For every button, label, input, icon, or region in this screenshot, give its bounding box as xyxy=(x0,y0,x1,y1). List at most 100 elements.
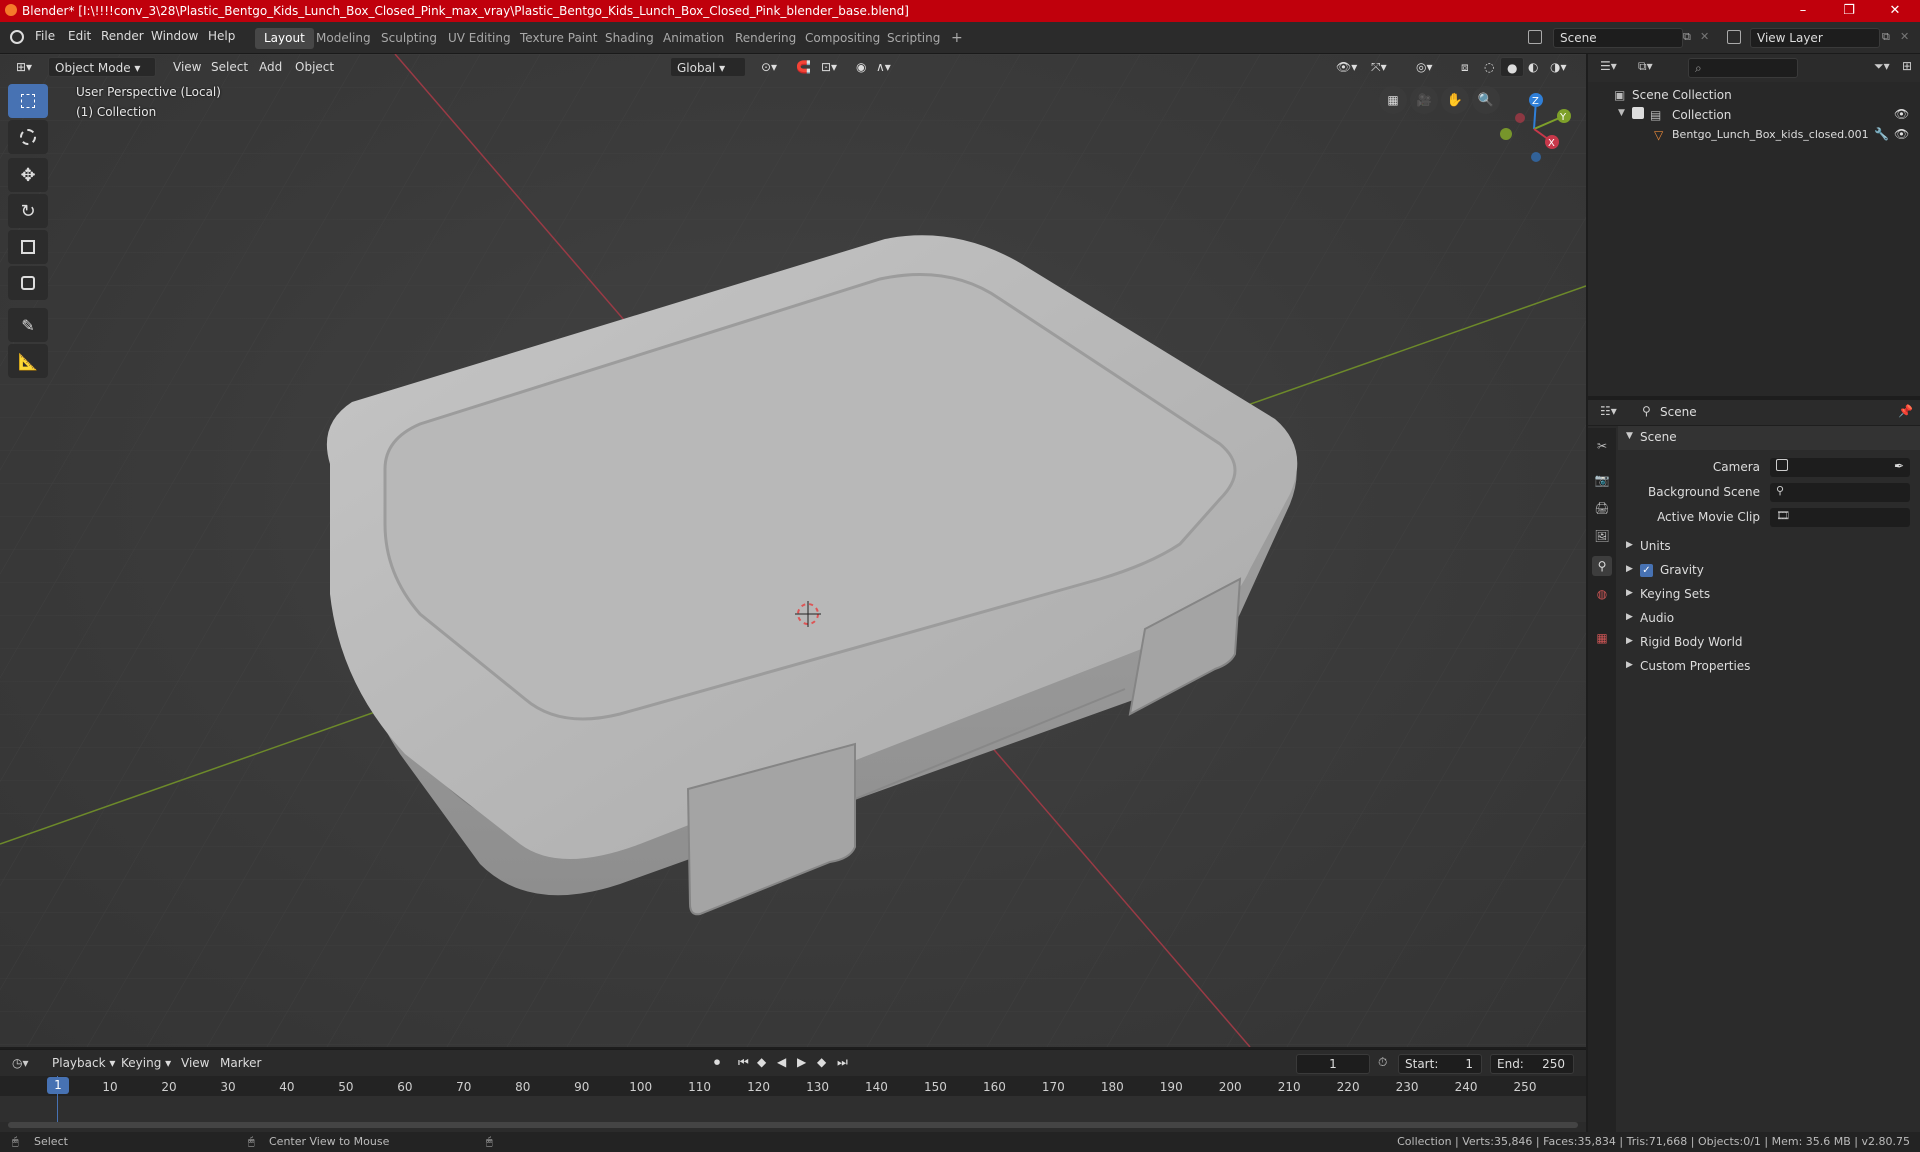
timeline-editor-type-icon[interactable]: ◷▾ xyxy=(12,1056,29,1070)
tab-compositing[interactable]: Compositing xyxy=(796,28,889,49)
timeline-scrollbar[interactable] xyxy=(8,1122,1578,1128)
tool-tab[interactable]: ✂ xyxy=(1592,436,1612,456)
blender-menu-icon[interactable] xyxy=(10,30,24,44)
collection-checkbox[interactable] xyxy=(1632,107,1644,119)
eyedropper-icon[interactable]: ✒ xyxy=(1894,459,1904,473)
cursor-tool[interactable] xyxy=(8,120,48,154)
jump-end-icon[interactable]: ⏭ xyxy=(837,1055,848,1070)
view-layer-tab[interactable]: 🖼 xyxy=(1592,526,1612,546)
navigation-gizmo[interactable]: Z Y X xyxy=(1494,84,1574,174)
rigid-body-world-panel-header[interactable]: ▶ Rigid Body World xyxy=(1618,631,1920,655)
end-frame-field[interactable]: End: 250 xyxy=(1490,1054,1574,1074)
jump-keyframe-forward-icon[interactable]: ◆ xyxy=(817,1055,826,1069)
scene-collection-label[interactable]: Scene Collection xyxy=(1632,88,1732,102)
tab-animation[interactable]: Animation xyxy=(654,28,733,49)
menu-edit[interactable]: Edit xyxy=(68,29,91,43)
texture-tab[interactable]: ▦ xyxy=(1592,628,1612,648)
transform-tool[interactable] xyxy=(8,266,48,300)
current-frame-field[interactable]: 1 xyxy=(1296,1054,1370,1074)
render-tab[interactable]: 📷 xyxy=(1592,470,1612,490)
tab-uv-editing[interactable]: UV Editing xyxy=(439,28,520,49)
output-tab[interactable]: 🖨 xyxy=(1592,498,1612,518)
tab-rendering[interactable]: Rendering xyxy=(726,28,805,49)
editor-type-button[interactable]: ⊞▾ xyxy=(10,57,38,77)
scene-panel-header[interactable]: ▼ Scene xyxy=(1618,426,1920,450)
snap-toggle-icon[interactable]: 🧲 xyxy=(790,57,817,77)
record-icon[interactable]: ⏺ xyxy=(714,1055,720,1070)
menu-file[interactable]: File xyxy=(35,29,55,43)
tab-scripting[interactable]: Scripting xyxy=(878,28,949,49)
new-collection-icon[interactable]: ⊞ xyxy=(1902,59,1912,73)
menu-window[interactable]: Window xyxy=(151,29,198,43)
select-box-tool[interactable] xyxy=(8,84,48,118)
preview-range-icon[interactable]: ⏱ xyxy=(1378,1055,1387,1070)
keying-sets-panel-header[interactable]: ▶ Keying Sets xyxy=(1618,583,1920,607)
tab-modeling[interactable]: Modeling xyxy=(307,28,380,49)
object-visibility-icon[interactable]: 👁 xyxy=(1894,127,1909,141)
menu-marker[interactable]: Marker xyxy=(214,1053,267,1073)
camera-field[interactable]: ✒ xyxy=(1770,458,1910,477)
3d-viewport[interactable]: User Perspective (Local) (1) Collection … xyxy=(0,54,1586,1047)
jump-keyframe-back-icon[interactable]: ◆ xyxy=(757,1055,766,1069)
close-button[interactable]: ✕ xyxy=(1872,0,1918,22)
toggle-camera-grid-button[interactable]: ▦ xyxy=(1379,86,1407,114)
orientation-dropdown[interactable]: Global ▾ xyxy=(670,57,746,77)
menu-timeline-view[interactable]: View xyxy=(175,1053,215,1073)
collection-visibility-icon[interactable]: 👁 xyxy=(1894,107,1909,121)
tab-sculpting[interactable]: Sculpting xyxy=(372,28,446,49)
view-layer-field[interactable]: View Layer xyxy=(1750,28,1880,48)
maximize-button[interactable]: ❐ xyxy=(1826,0,1872,22)
keyframe-area[interactable] xyxy=(0,1096,1586,1122)
menu-select[interactable]: Select xyxy=(205,57,254,77)
measure-tool[interactable]: 📐 xyxy=(8,344,48,378)
pin-icon[interactable]: 📌 xyxy=(1898,404,1913,418)
pivot-point-button[interactable]: ⊙▾ xyxy=(755,57,783,77)
menu-view[interactable]: View xyxy=(167,57,207,77)
mode-dropdown[interactable]: Object Mode ▾ xyxy=(48,57,156,77)
annotate-tool[interactable]: ✎ xyxy=(8,308,48,342)
collection-label[interactable]: Collection xyxy=(1672,108,1731,122)
view-layer-browse-icon[interactable] xyxy=(1727,30,1741,44)
material-shading-icon[interactable]: ◐ xyxy=(1522,57,1544,77)
scale-tool[interactable] xyxy=(8,230,48,264)
rendered-shading-icon[interactable]: ◑▾ xyxy=(1544,57,1573,77)
outliner-search-input[interactable]: ⌕ xyxy=(1688,58,1798,78)
camera-view-button[interactable]: 🎥 xyxy=(1410,86,1438,114)
solid-shading-icon[interactable]: ● xyxy=(1500,57,1525,77)
audio-panel-header[interactable]: ▶ Audio xyxy=(1618,607,1920,631)
scene-remove-icon[interactable]: ✕ xyxy=(1700,30,1709,43)
filter-icon[interactable]: ⏷▾ xyxy=(1874,59,1890,74)
add-workspace-button[interactable]: + xyxy=(942,28,972,49)
menu-object[interactable]: Object xyxy=(289,57,340,77)
scene-field[interactable]: Scene xyxy=(1553,28,1683,48)
scene-copy-icon[interactable]: ⧉ xyxy=(1683,30,1691,44)
falloff-button[interactable]: ∧▾ xyxy=(870,57,897,77)
tab-layout[interactable]: Layout xyxy=(255,28,314,49)
rotate-tool[interactable]: ↻ xyxy=(8,194,48,228)
units-panel-header[interactable]: ▶ Units xyxy=(1618,535,1920,559)
move-tool[interactable]: ✥ xyxy=(8,158,48,192)
wireframe-shading-icon[interactable]: ◌ xyxy=(1478,57,1500,77)
minimize-button[interactable]: – xyxy=(1780,0,1826,22)
view-layer-copy-icon[interactable]: ⧉ xyxy=(1882,30,1890,44)
overlays-toggle-button[interactable]: ◎▾ xyxy=(1410,57,1439,77)
gravity-checkbox[interactable]: ✓ xyxy=(1640,564,1653,577)
properties-editor-type-icon[interactable]: ☷▾ xyxy=(1600,404,1617,418)
menu-render[interactable]: Render xyxy=(101,29,144,43)
display-mode-icon[interactable]: ⧉▾ xyxy=(1638,59,1653,74)
snap-target-button[interactable]: ⊡▾ xyxy=(815,57,843,77)
menu-add[interactable]: Add xyxy=(253,57,288,77)
gizmo-toggle-button[interactable]: ⤧▾ xyxy=(1365,57,1393,77)
menu-keying[interactable]: Keying ▾ xyxy=(115,1053,177,1073)
view-layer-remove-icon[interactable]: ✕ xyxy=(1900,30,1909,43)
expand-collection-icon[interactable]: ▼ xyxy=(1618,108,1625,118)
tab-shading[interactable]: Shading xyxy=(596,28,663,49)
menu-playback[interactable]: Playback ▾ xyxy=(46,1053,121,1073)
jump-start-icon[interactable]: ⏮ xyxy=(738,1055,749,1070)
background-scene-field[interactable]: ⚲ xyxy=(1770,483,1910,502)
world-tab[interactable]: ◍ xyxy=(1592,584,1612,604)
playhead-frame-marker[interactable]: 1 xyxy=(47,1077,69,1094)
visibility-button[interactable]: 👁▾ xyxy=(1330,57,1363,77)
scene-tab[interactable]: ⚲ xyxy=(1592,556,1612,576)
modifier-wrench-icon[interactable]: 🔧 xyxy=(1874,127,1889,141)
